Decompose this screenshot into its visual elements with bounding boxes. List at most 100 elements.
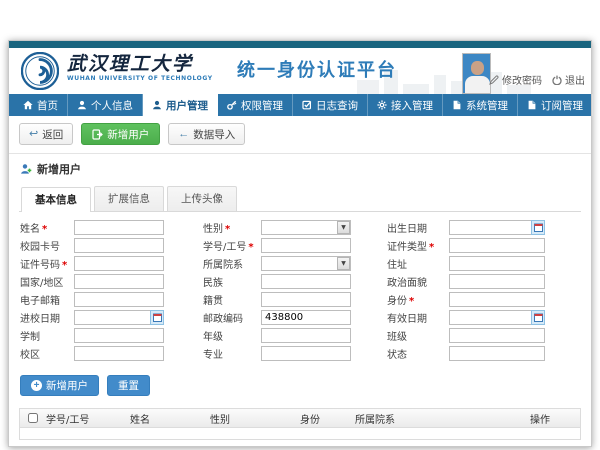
chevron-down-icon[interactable]: ▼ — [337, 221, 350, 234]
birth-date-input[interactable] — [449, 220, 531, 235]
avatar-shirt — [465, 76, 490, 94]
nav-item-subscription-management[interactable]: 订阅管理 — [518, 94, 593, 116]
major-input[interactable] — [261, 346, 351, 361]
home-icon — [23, 100, 33, 110]
field-class: 班级 — [387, 328, 581, 343]
back-button[interactable]: ↩ 返回 — [19, 123, 73, 145]
tab-extended-info[interactable]: 扩展信息 — [94, 186, 164, 211]
student-id-input[interactable] — [261, 238, 351, 253]
submit-add-user-button[interactable]: + 新增用户 — [20, 375, 99, 396]
app-window: 武汉理工大学 WUHAN UNIVERSITY OF TECHNOLOGY 统一… — [8, 40, 592, 447]
col-gender: 性别 — [206, 411, 296, 426]
key-icon — [227, 100, 237, 110]
col-identity: 身份 — [296, 411, 351, 426]
postal-code-input[interactable] — [261, 310, 351, 325]
grade-input[interactable] — [261, 328, 351, 343]
form-actions: + 新增用户 重置 — [9, 367, 591, 402]
field-ethnicity: 民族 — [203, 274, 387, 289]
col-student-id: 学号/工号 — [42, 411, 126, 426]
field-valid-date: 有效日期 — [387, 310, 581, 325]
change-password-link[interactable]: 修改密码 — [489, 72, 542, 87]
tab-upload-avatar[interactable]: 上传头像 — [167, 186, 237, 211]
country-input[interactable] — [74, 274, 164, 289]
new-user-form: 姓名* 性别* ▼ 出生日期 校园卡号 学号/工号* 证件类型* 证件号码* — [9, 212, 591, 367]
calendar-icon[interactable] — [531, 220, 545, 235]
avatar[interactable] — [462, 53, 491, 94]
table-header-row: 学号/工号 姓名 性别 身份 所属院系 操作 — [20, 409, 580, 428]
field-status: 状态 — [387, 346, 581, 361]
nav-item-access-management[interactable]: 接入管理 — [368, 94, 443, 116]
calendar-icon[interactable] — [531, 310, 545, 325]
add-user-toolbar-button[interactable]: 新增用户 — [81, 123, 160, 145]
nav-item-log-query[interactable]: 日志查询 — [293, 94, 368, 116]
field-major: 专业 — [203, 346, 387, 361]
book-icon — [452, 100, 462, 110]
logout-link[interactable]: 退出 — [552, 72, 585, 87]
nav-item-personal-info[interactable]: 个人信息 — [68, 94, 143, 116]
form-tabs: 基本信息 扩展信息 上传头像 — [19, 186, 581, 212]
person-icon — [77, 100, 87, 110]
log-icon — [302, 100, 312, 110]
book-icon — [527, 100, 537, 110]
nav-item-system-management[interactable]: 系统管理 — [443, 94, 518, 116]
field-id-number: 证件号码* — [20, 256, 203, 271]
address-input[interactable] — [449, 256, 545, 271]
identity-input[interactable] — [449, 292, 545, 307]
campus-card-input[interactable] — [74, 238, 164, 253]
calendar-icon[interactable] — [150, 310, 164, 325]
section-header: 新增用户 — [9, 154, 591, 181]
nav-item-user-management[interactable]: 用户管理 — [143, 94, 218, 116]
field-gender: 性别* ▼ — [203, 220, 387, 235]
main-nav: 首页 个人信息 用户管理 权限管理 日志查询 接入管理 系统管理 订阅管理 — [9, 94, 591, 116]
field-education-length: 学制 — [20, 328, 203, 343]
import-arrow-icon: ← — [178, 129, 189, 140]
nav-item-home[interactable]: 首页 — [14, 94, 68, 116]
field-postal-code: 邮政编码 — [203, 310, 387, 325]
field-department: 所属院系 ▼ — [203, 256, 387, 271]
toolbar: ↩ 返回 新增用户 ← 数据导入 — [9, 116, 591, 151]
field-grade: 年级 — [203, 328, 387, 343]
gear-icon — [377, 100, 387, 110]
native-place-input[interactable] — [261, 292, 351, 307]
political-status-input[interactable] — [449, 274, 545, 289]
valid-date-input[interactable] — [449, 310, 531, 325]
name-input[interactable] — [74, 220, 164, 235]
entry-date-input[interactable] — [74, 310, 150, 325]
field-native-place: 籍贯 — [203, 292, 387, 307]
email-input[interactable] — [74, 292, 164, 307]
reset-button[interactable]: 重置 — [107, 375, 150, 396]
ethnicity-input[interactable] — [261, 274, 351, 289]
new-user-icon — [92, 129, 103, 140]
select-all-checkbox[interactable] — [28, 413, 38, 423]
header-links: 修改密码 退出 — [489, 72, 585, 87]
section-title: 新增用户 — [37, 161, 81, 177]
col-department: 所属院系 — [351, 411, 526, 426]
id-type-input[interactable] — [449, 238, 545, 253]
status-input[interactable] — [449, 346, 545, 361]
education-length-input[interactable] — [74, 328, 164, 343]
university-name-en: WUHAN UNIVERSITY OF TECHNOLOGY — [67, 75, 213, 82]
user-icon — [152, 100, 162, 110]
field-address: 住址 — [387, 256, 581, 271]
add-user-icon — [20, 163, 32, 175]
chevron-down-icon[interactable]: ▼ — [337, 257, 350, 270]
tab-basic-info[interactable]: 基本信息 — [21, 187, 91, 212]
class-input[interactable] — [449, 328, 545, 343]
field-campus: 校区 — [20, 346, 203, 361]
avatar-head — [471, 61, 484, 75]
page-title: 统一身份认证平台 — [237, 56, 397, 82]
field-entry-date: 进校日期 — [20, 310, 203, 325]
id-number-input[interactable] — [74, 256, 164, 271]
user-table: 学号/工号 姓名 性别 身份 所属院系 操作 — [19, 408, 581, 440]
nav-item-permission-management[interactable]: 权限管理 — [218, 94, 293, 116]
pencil-icon — [489, 75, 499, 85]
university-logo-icon — [21, 52, 59, 90]
campus-input[interactable] — [74, 346, 164, 361]
university-brand: 武汉理工大学 WUHAN UNIVERSITY OF TECHNOLOGY — [67, 54, 213, 82]
field-email: 电子邮箱 — [20, 292, 203, 307]
field-birth-date: 出生日期 — [387, 220, 581, 235]
field-political-status: 政治面貌 — [387, 274, 581, 289]
data-import-button[interactable]: ← 数据导入 — [168, 123, 245, 145]
field-student-id: 学号/工号* — [203, 238, 387, 253]
header: 武汉理工大学 WUHAN UNIVERSITY OF TECHNOLOGY 统一… — [9, 48, 591, 94]
